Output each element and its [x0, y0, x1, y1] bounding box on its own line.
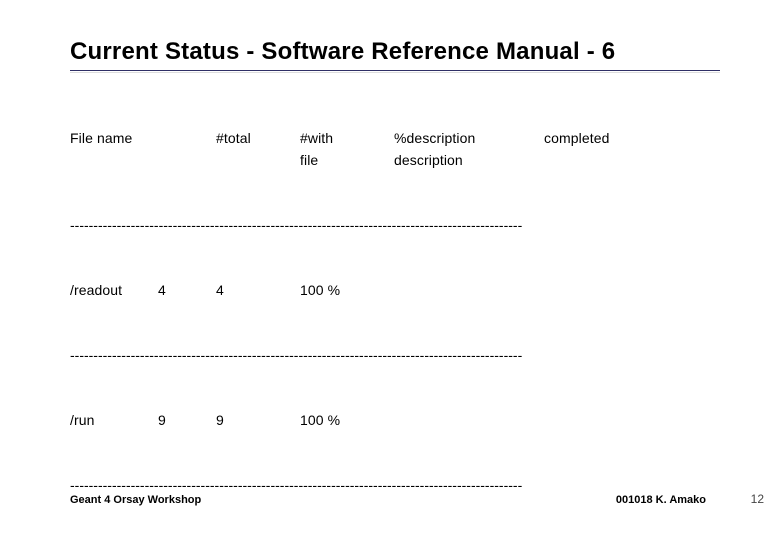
hdr-desc: %description description: [394, 128, 544, 171]
page-title: Current Status - Software Reference Manu…: [70, 38, 736, 66]
hdr-completed: completed: [544, 128, 664, 150]
title-underline: [70, 70, 720, 71]
divider-1: ----------------------------------------…: [70, 215, 736, 237]
row-pct: 100 %: [300, 280, 394, 302]
page-number: 12: [751, 492, 764, 506]
header-row: File name #total #with file %description…: [70, 128, 736, 171]
row-total: 4: [158, 280, 216, 302]
hdr-with: #with file: [300, 128, 394, 171]
row-name: /run: [70, 410, 158, 432]
hdr-file: File name: [70, 128, 216, 150]
row-name: /readout: [70, 280, 158, 302]
footer-right: 001018 K. Amako: [616, 494, 706, 506]
table-row: /readout 4 4 100 %: [70, 280, 736, 302]
slide: Current Status - Software Reference Manu…: [0, 0, 780, 540]
row-pct: 100 %: [300, 410, 394, 432]
hdr-total: #total: [216, 128, 300, 150]
row-n: 4: [216, 280, 300, 302]
row-n: 9: [216, 410, 300, 432]
content-block: File name #total #with file %description…: [70, 85, 736, 540]
row-total: 9: [158, 410, 216, 432]
table-row: /run 9 9 100 %: [70, 410, 736, 432]
footer-left: Geant 4 Orsay Workshop: [70, 494, 201, 506]
divider-2: ----------------------------------------…: [70, 345, 736, 367]
